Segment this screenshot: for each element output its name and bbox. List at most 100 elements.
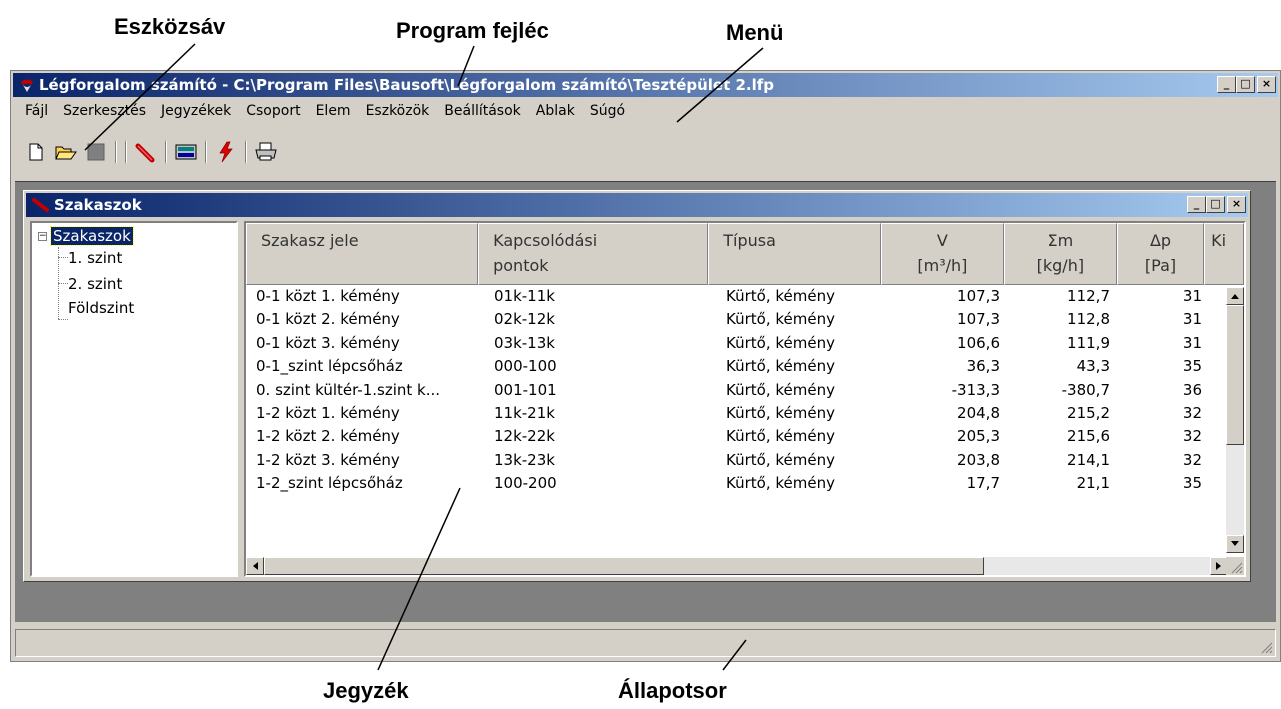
horizontal-scroll-thumb[interactable]	[264, 557, 984, 575]
cell-type: Kürtő, kémény	[726, 427, 835, 446]
cell-pressure-drop: 32	[1182, 427, 1202, 446]
mdi-client-area: Szakaszok _ □ × − Szakaszok 1. szint 2. …	[15, 181, 1276, 622]
menu-file[interactable]: Fájl	[25, 103, 48, 125]
child-maximize-button[interactable]: □	[1206, 196, 1225, 213]
cell-type: Kürtő, kémény	[726, 357, 835, 376]
calculator-icon[interactable]	[175, 141, 197, 163]
close-button[interactable]: ×	[1257, 76, 1276, 93]
menu-element[interactable]: Elem	[316, 103, 351, 125]
cell-volume-flow: 205,3	[957, 427, 1000, 446]
cell-connection-points: 13k-23k	[494, 450, 555, 469]
cell-pressure-drop: 36	[1182, 380, 1202, 399]
menu-lists[interactable]: Jegyzékek	[161, 103, 231, 125]
table-row[interactable]: 1-2 közt 2. kémény 12k-22k Kürtő, kémény…	[246, 427, 1224, 450]
menu-tools[interactable]: Eszközök	[366, 103, 430, 125]
cell-connection-points: 11k-21k	[494, 403, 555, 422]
collapse-icon[interactable]: −	[38, 231, 47, 241]
menu-group[interactable]: Csoport	[246, 103, 300, 125]
list-header: Szakasz jele Kapcsolódási pontok Típusa …	[246, 223, 1244, 285]
app-logo-icon	[21, 79, 33, 92]
scroll-down-icon[interactable]	[1226, 535, 1244, 553]
cell-section-id: 0-1 közt 1. kémény	[256, 287, 400, 305]
column-header-connection-points[interactable]: Kapcsolódási pontok	[478, 223, 709, 285]
cell-volume-flow: 106,6	[957, 333, 1000, 352]
scroll-up-icon[interactable]	[1226, 287, 1244, 305]
open-folder-icon[interactable]	[55, 141, 77, 163]
cell-section-id: 1-2_szint lépcsőház	[256, 474, 403, 493]
cell-type: Kürtő, kémény	[726, 474, 835, 493]
new-document-icon[interactable]	[25, 141, 47, 163]
callout-menu: Menü	[726, 20, 784, 45]
toolbar-separator	[245, 141, 247, 163]
table-row[interactable]: 0-1 közt 1. kémény 01k-11k Kürtő, kémény…	[246, 287, 1224, 310]
tree-item-ground-floor[interactable]: Földszint	[68, 299, 134, 317]
cell-mass-flow: 112,7	[1067, 287, 1110, 305]
table-row[interactable]: 1-2 közt 3. kémény 13k-23k Kürtő, kémény…	[246, 451, 1224, 474]
menu-bar: Fájl Szerkesztés Jegyzékek Csoport Elem …	[25, 103, 625, 125]
toolbar-separator	[165, 141, 167, 163]
cell-volume-flow: 107,3	[957, 310, 1000, 329]
callout-toolbar: Eszközsáv	[114, 14, 226, 39]
section-list: Szakasz jele Kapcsolódási pontok Típusa …	[244, 221, 1246, 577]
window-titlebar[interactable]: Légforgalom számító - C:\Program Files\B…	[13, 73, 1278, 97]
child-close-button[interactable]: ×	[1227, 196, 1246, 213]
vertical-scroll-thumb[interactable]	[1226, 305, 1244, 445]
column-header-pressure-drop[interactable]: Δp [Pa]	[1116, 223, 1205, 285]
menu-help[interactable]: Súgó	[590, 103, 625, 125]
menu-settings[interactable]: Beállítások	[444, 103, 521, 125]
child-minimize-button[interactable]: _	[1187, 196, 1206, 213]
cell-mass-flow: 43,3	[1076, 357, 1110, 376]
resize-grip-icon[interactable]	[1257, 638, 1273, 654]
table-row[interactable]: 0-1_szint lépcsőház 000-100 Kürtő, kémén…	[246, 357, 1224, 380]
column-header-type[interactable]: Típusa	[708, 223, 881, 285]
cell-type: Kürtő, kémény	[726, 403, 835, 422]
table-row[interactable]: 0-1 közt 2. kémény 02k-12k Kürtő, kémény…	[246, 310, 1224, 333]
cell-type: Kürtő, kémény	[726, 310, 835, 329]
cell-section-id: 0-1 közt 3. kémény	[256, 333, 400, 352]
cell-pressure-drop: 35	[1182, 474, 1202, 493]
print-icon[interactable]	[255, 141, 277, 163]
cell-type: Kürtő, kémény	[726, 450, 835, 469]
column-header-truncated[interactable]: Ki	[1204, 223, 1244, 285]
cell-pressure-drop: 32	[1182, 450, 1202, 469]
table-row[interactable]: 0. szint kültér-1.szint k... 001-101 Kür…	[246, 381, 1224, 404]
main-window: Légforgalom számító - C:\Program Files\B…	[10, 70, 1281, 662]
sections-window-titlebar[interactable]: Szakaszok _ □ ×	[26, 193, 1248, 217]
calculate-lightning-icon[interactable]	[215, 141, 237, 163]
save-icon[interactable]	[85, 141, 107, 163]
sections-window-title: Szakaszok	[54, 196, 142, 214]
tree-root-node[interactable]: − Szakaszok	[38, 226, 134, 246]
tree-item-level-2[interactable]: 2. szint	[68, 275, 122, 293]
column-header-mass-flow[interactable]: Σm [kg/h]	[1003, 223, 1117, 285]
pipe-section-icon	[32, 198, 49, 212]
table-row[interactable]: 1-2 közt 1. kémény 11k-21k Kürtő, kémény…	[246, 404, 1224, 427]
column-header-volume-flow[interactable]: V [m³/h]	[880, 223, 1004, 285]
cell-type: Kürtő, kémény	[726, 333, 835, 352]
cell-pressure-drop: 31	[1182, 310, 1202, 329]
cell-section-id: 1-2 közt 1. kémény	[256, 403, 400, 422]
cell-mass-flow: 21,1	[1076, 474, 1110, 493]
status-bar	[15, 629, 1276, 657]
maximize-button[interactable]: □	[1236, 76, 1255, 93]
menu-edit[interactable]: Szerkesztés	[63, 103, 146, 125]
callout-program-header: Program fejléc	[396, 18, 549, 43]
cell-section-id: 1-2 közt 3. kémény	[256, 450, 400, 469]
tree-root-label[interactable]: Szakaszok	[50, 226, 134, 246]
cell-volume-flow: 17,7	[966, 474, 1000, 493]
horizontal-scrollbar[interactable]	[246, 557, 1228, 575]
pipe-section-icon[interactable]	[135, 141, 157, 163]
minimize-button[interactable]: _	[1217, 76, 1236, 93]
cell-connection-points: 03k-13k	[494, 333, 555, 352]
cell-pressure-drop: 35	[1182, 357, 1202, 376]
scroll-left-icon[interactable]	[246, 557, 264, 575]
cell-volume-flow: 204,8	[957, 403, 1000, 422]
tree-item-level-1[interactable]: 1. szint	[68, 249, 122, 267]
table-row[interactable]: 0-1 közt 3. kémény 03k-13k Kürtő, kémény…	[246, 334, 1224, 357]
list-rows: 0-1 közt 1. kémény 01k-11k Kürtő, kémény…	[246, 287, 1224, 498]
resize-grip-icon[interactable]	[1226, 557, 1244, 575]
menu-window[interactable]: Ablak	[536, 103, 575, 125]
window-title: Légforgalom számító - C:\Program Files\B…	[39, 76, 775, 94]
vertical-scrollbar[interactable]	[1226, 287, 1244, 553]
table-row[interactable]: 1-2_szint lépcsőház 100-200 Kürtő, kémén…	[246, 474, 1224, 497]
column-header-section-id[interactable]: Szakasz jele	[246, 223, 479, 285]
